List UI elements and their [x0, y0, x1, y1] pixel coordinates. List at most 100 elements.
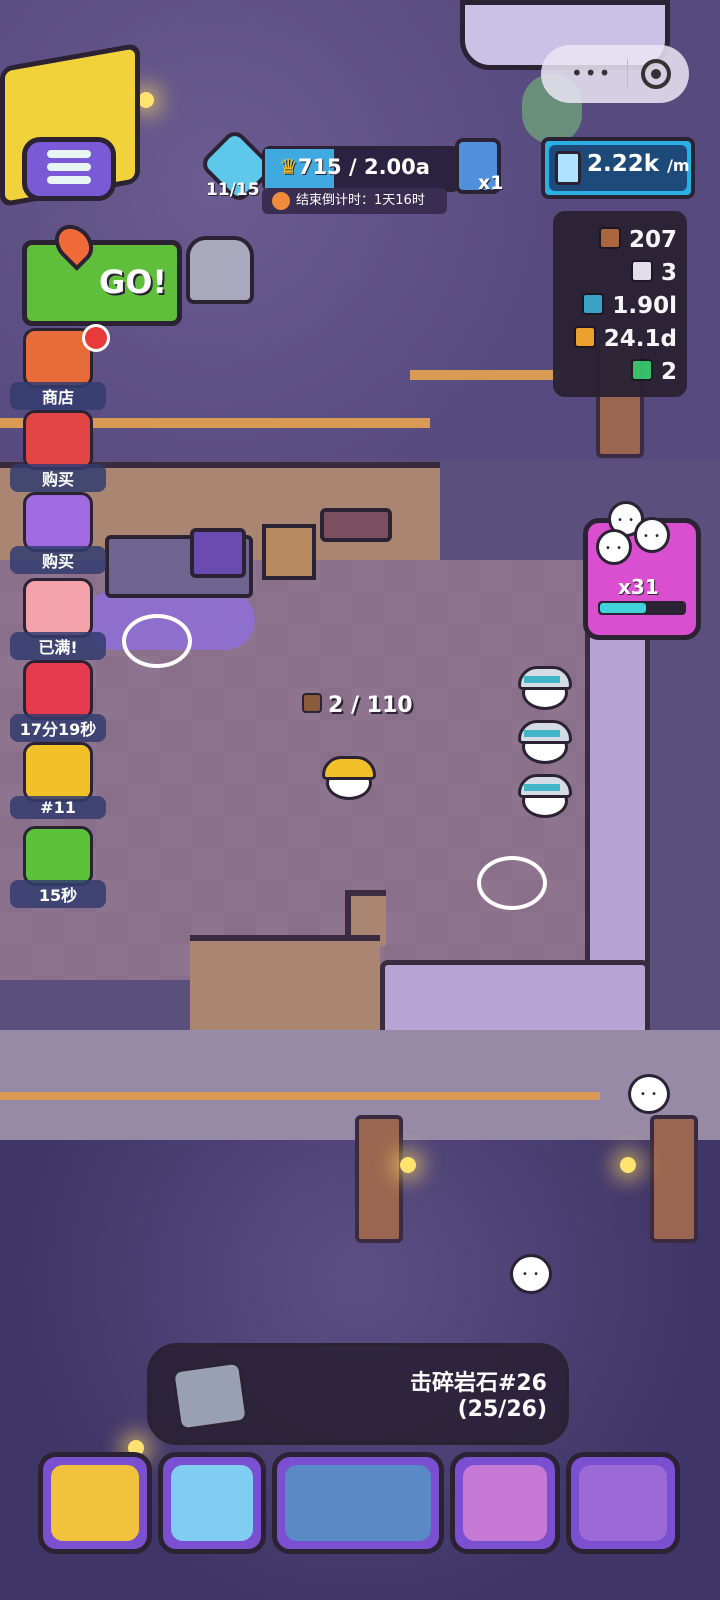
resource-value: 2	[660, 359, 677, 385]
resource-value: 3	[660, 260, 677, 286]
resource-value: 24.1d	[603, 326, 677, 352]
pickaxe-count: 11/15	[206, 180, 260, 200]
ghost-npc	[510, 1254, 552, 1294]
gold-ore-icon	[573, 326, 596, 348]
notification-dot	[82, 324, 110, 352]
rail-upper-right	[410, 370, 560, 380]
upgrade-hammer-button[interactable]	[566, 1452, 680, 1554]
upgrade-hammer-icon	[579, 1465, 667, 1541]
resource-row: 2	[630, 357, 677, 387]
resource-value: 1.90l	[612, 293, 677, 319]
lever-machine[interactable]	[186, 236, 254, 304]
resource-row: 207	[598, 225, 677, 255]
side-label: 17分19秒	[10, 714, 106, 742]
vip-icon	[23, 492, 93, 552]
side-no-ads-button[interactable]: 购买	[10, 410, 106, 492]
cards-icon	[171, 1465, 253, 1541]
quest-progress: (25/26)	[457, 1397, 547, 1422]
resource-row: 24.1d	[573, 324, 677, 354]
ghost-icon	[596, 529, 632, 565]
worker-multiplier[interactable]: x31	[583, 501, 701, 640]
side-gift-sale-button[interactable]: 17分19秒	[10, 660, 106, 742]
side-label: 购买	[10, 546, 106, 574]
side-vip-button[interactable]: 购买	[10, 492, 106, 574]
wood-ore-icon	[598, 227, 621, 249]
white-crystal-icon	[630, 260, 653, 282]
crate	[262, 524, 316, 580]
gift-sale-icon	[23, 660, 93, 720]
worker	[518, 772, 572, 818]
emerald-icon	[630, 359, 653, 381]
crown-value: 715 / 2.00a	[297, 155, 430, 179]
go-label: GO!	[98, 263, 167, 301]
stone-counter	[380, 960, 650, 1040]
rate-value: 2.22k	[587, 151, 660, 177]
more-icon[interactable]: •••	[571, 61, 612, 85]
mine-cart-button[interactable]	[272, 1452, 444, 1554]
loot-bag-count: x1	[478, 172, 504, 194]
carry-value: 2 / 110	[328, 693, 413, 718]
menu-button[interactable]	[22, 137, 116, 201]
workers-button[interactable]	[450, 1452, 560, 1554]
energy-drink-icon	[23, 826, 93, 886]
ore-monitor	[190, 528, 246, 578]
income-rate[interactable]: 2.22k /m	[541, 137, 695, 199]
worker	[518, 664, 572, 710]
lamp-icon	[400, 1157, 416, 1173]
lower-wall	[190, 935, 380, 1036]
ghost-npc	[628, 1074, 670, 1114]
side-piggy-bank-button[interactable]: 已满!	[10, 578, 106, 660]
piggy-bank-icon	[23, 578, 93, 638]
rail-corridor	[0, 1092, 600, 1100]
pillar-right	[650, 1115, 698, 1243]
side-label: 15秒	[10, 880, 106, 908]
ore-tray	[320, 508, 392, 542]
side-energy-drink-button[interactable]: 15秒	[10, 826, 106, 908]
miniprogram-capsule[interactable]: •••	[541, 45, 689, 103]
close-target-icon[interactable]	[641, 59, 671, 89]
quest-banner[interactable]: 击碎岩石#26 (25/26)	[147, 1343, 569, 1445]
multiplier-progress	[598, 601, 686, 615]
miner-button[interactable]	[38, 1452, 152, 1554]
carry-capacity: 2 / 110	[302, 693, 413, 718]
conveyor-wall	[585, 600, 650, 980]
side-label: #11	[10, 796, 106, 819]
countdown-time: 1天16时	[374, 193, 425, 208]
cards-button[interactable]	[158, 1452, 266, 1554]
player-miner[interactable]	[322, 754, 376, 800]
event-icon	[272, 192, 290, 210]
can-icon	[555, 151, 581, 185]
blue-gem-icon	[582, 293, 605, 315]
rock-icon	[171, 1360, 249, 1432]
resource-row: 3	[630, 258, 677, 288]
worker	[518, 718, 572, 764]
workers-icon	[463, 1465, 547, 1541]
crown-progress-bar[interactable]: ♛715 / 2.00a	[262, 146, 460, 192]
resource-panel: 207 3 1.90l 24.1d 2	[553, 211, 687, 397]
side-label: 商店	[10, 382, 106, 410]
backpack-icon	[302, 693, 322, 713]
crown-icon: ♛	[279, 155, 298, 179]
trophy-rank-icon	[23, 742, 93, 802]
side-label: 购买	[10, 464, 106, 492]
ghost-icon	[634, 517, 670, 553]
map-go-button[interactable]: GO!	[22, 217, 182, 326]
resource-row: 1.90l	[582, 291, 677, 321]
multiplier-label: x31	[618, 575, 659, 599]
countdown-label: 结束倒计时：	[296, 193, 375, 208]
pickup-zone-ring[interactable]	[477, 856, 547, 910]
resource-value: 207	[628, 227, 677, 253]
pillar-left	[355, 1115, 403, 1243]
drop-zone-ring[interactable]	[122, 614, 192, 668]
miner-icon	[51, 1465, 139, 1541]
rate-unit: /m	[667, 156, 690, 175]
lamp-icon	[138, 92, 154, 108]
quest-title: 击碎岩石#26	[409, 1371, 547, 1396]
mine-cart-icon	[285, 1465, 431, 1541]
side-trophy-rank-button[interactable]: #11	[10, 742, 106, 819]
side-shop-button[interactable]: 商店	[10, 324, 110, 410]
side-label: 已满!	[10, 632, 106, 660]
menu-icon	[47, 150, 91, 158]
event-countdown: 结束倒计时：1天16时	[262, 188, 447, 214]
lamp-icon	[620, 1157, 636, 1173]
